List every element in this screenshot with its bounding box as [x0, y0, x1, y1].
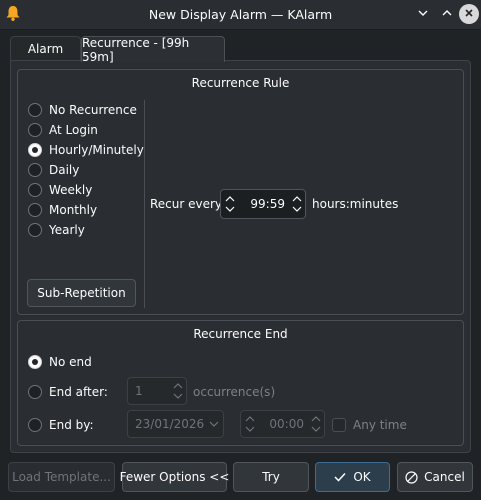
radio-indicator: [28, 223, 42, 237]
cancel-button[interactable]: Cancel: [397, 462, 473, 492]
spin-arrows[interactable]: [221, 190, 239, 218]
tab-alarm[interactable]: Alarm: [10, 36, 81, 61]
chevron-down-icon: [417, 7, 429, 22]
end-by-date-value: 23/01/2026: [135, 417, 205, 431]
title-bar: New Display Alarm — KAlarm: [0, 0, 481, 30]
close-window-button[interactable]: [459, 4, 479, 24]
chevron-down-icon: [173, 393, 183, 399]
spin-arrows[interactable]: [289, 190, 305, 218]
any-time-checkbox[interactable]: Any time: [332, 416, 407, 434]
end-by-time-spinbox[interactable]: 00:00: [240, 410, 325, 438]
radio-indicator: [28, 203, 42, 217]
maximize-button[interactable]: [437, 4, 457, 24]
radio-indicator: [28, 418, 42, 432]
recur-every-value: 99:59: [250, 197, 285, 211]
radio-label: No Recurrence: [49, 103, 137, 117]
radio-indicator: [28, 163, 42, 177]
radio-end-after[interactable]: End after:: [28, 383, 108, 401]
chevron-up-icon: [173, 383, 183, 389]
radio-label: Daily: [49, 163, 80, 177]
tab-recurrence-label: Recurrence - [99h 59m]: [82, 35, 190, 64]
recurrence-rule-group: Recurrence Rule No Recurrence At Login H…: [17, 69, 464, 315]
cancel-label: Cancel: [424, 470, 465, 484]
radio-indicator: [28, 123, 42, 137]
ok-button[interactable]: OK: [315, 462, 390, 492]
radio-label: No end: [49, 355, 92, 369]
recur-every-spinbox[interactable]: 99:59: [220, 189, 306, 219]
fewer-options-label: Fewer Options <<: [119, 470, 230, 484]
radio-indicator: [28, 103, 42, 117]
recurrence-end-title: Recurrence End: [193, 327, 288, 341]
radio-label: Monthly: [49, 203, 98, 217]
chevron-down-icon: [311, 426, 321, 432]
chevron-down-icon: [245, 426, 255, 432]
radio-label: End by:: [49, 418, 94, 432]
end-by-time-value: 00:00: [269, 417, 304, 431]
ok-label: OK: [353, 470, 371, 484]
spin-arrows[interactable]: [170, 378, 186, 404]
close-icon: [464, 7, 474, 21]
radio-indicator: [28, 183, 42, 197]
chevron-up-icon: [245, 416, 255, 422]
recurrence-tab-panel: Recurrence Rule No Recurrence At Login H…: [10, 60, 471, 453]
checkmark-icon: [334, 472, 346, 482]
radio-indicator: [28, 385, 42, 399]
radio-monthly[interactable]: Monthly: [28, 201, 97, 219]
try-label: Try: [262, 470, 280, 484]
load-template-button[interactable]: Load Template...: [8, 462, 115, 492]
radio-indicator-checked: [28, 355, 42, 369]
any-time-label: Any time: [353, 418, 407, 432]
chevron-down-icon: [225, 206, 235, 212]
end-after-spinbox[interactable]: 1: [127, 377, 187, 405]
minimize-button[interactable]: [413, 4, 433, 24]
radio-no-end[interactable]: No end: [28, 353, 92, 371]
sub-repetition-label: Sub-Repetition: [37, 286, 126, 300]
end-after-value: 1: [135, 384, 143, 398]
radio-hourly-minutely[interactable]: Hourly/Minutely: [28, 141, 144, 159]
cancel-icon: [405, 470, 418, 484]
load-template-label: Load Template...: [12, 470, 111, 484]
chevron-up-icon: [441, 7, 453, 22]
radio-no-recurrence[interactable]: No Recurrence: [28, 101, 137, 119]
end-after-unit: occurrence(s): [193, 385, 276, 399]
chevron-down-icon: [292, 206, 302, 212]
chevron-down-icon: [205, 421, 223, 427]
radio-label: Hourly/Minutely: [49, 143, 144, 157]
spin-arrows[interactable]: [308, 411, 324, 437]
try-button[interactable]: Try: [233, 462, 309, 492]
chevron-up-icon: [225, 196, 235, 202]
radio-label: Weekly: [49, 183, 93, 197]
window-title: New Display Alarm — KAlarm: [148, 7, 333, 22]
spin-arrows[interactable]: [241, 411, 259, 437]
radio-weekly[interactable]: Weekly: [28, 181, 92, 199]
radio-label: Yearly: [49, 223, 85, 237]
recurrence-end-group: Recurrence End No end End after: 1 occur…: [17, 320, 464, 446]
radio-end-by[interactable]: End by:: [28, 416, 94, 434]
sub-repetition-button[interactable]: Sub-Repetition: [27, 279, 136, 307]
fewer-options-button[interactable]: Fewer Options <<: [119, 462, 230, 492]
radio-daily[interactable]: Daily: [28, 161, 79, 179]
chevron-up-icon: [311, 416, 321, 422]
recurrence-rule-title: Recurrence Rule: [191, 76, 290, 90]
chevron-up-icon: [292, 196, 302, 202]
radio-yearly[interactable]: Yearly: [28, 221, 85, 239]
tab-alarm-label: Alarm: [27, 42, 64, 56]
rule-divider: [144, 100, 145, 308]
radio-label: At Login: [49, 123, 98, 137]
radio-indicator-checked: [28, 143, 42, 157]
recur-every-unit: hours:minutes: [312, 197, 399, 211]
end-by-date-combo[interactable]: 23/01/2026: [127, 410, 224, 438]
checkbox-indicator: [332, 418, 346, 432]
recur-every-label: Recur every: [150, 197, 223, 211]
radio-label: End after:: [49, 385, 108, 399]
radio-at-login[interactable]: At Login: [28, 121, 98, 139]
tab-recurrence[interactable]: Recurrence - [99h 59m]: [81, 35, 225, 64]
